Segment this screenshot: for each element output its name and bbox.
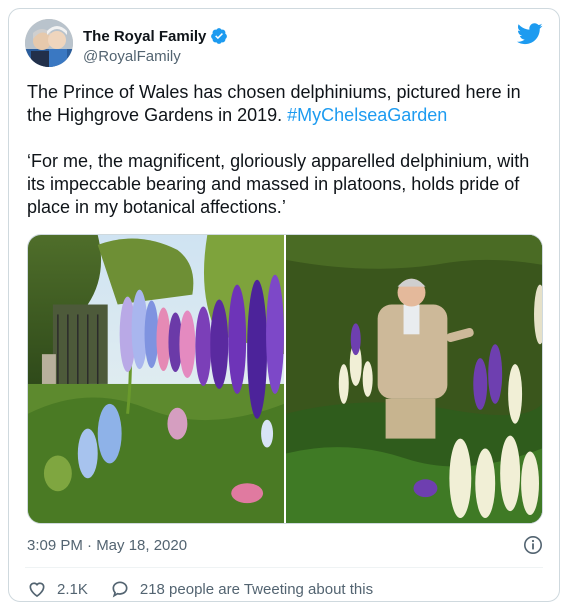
divider bbox=[25, 567, 543, 568]
media-grid bbox=[27, 234, 543, 524]
tweet-actions: 2.1K 218 people are Tweeting about this bbox=[27, 577, 395, 601]
speech-bubble-icon bbox=[112, 581, 128, 598]
info-icon[interactable] bbox=[523, 535, 543, 555]
tweet-text: The Prince of Wales has chosen delphiniu… bbox=[27, 81, 547, 219]
tweet-paragraph-2: ‘For me, the magnificent, gloriously app… bbox=[27, 151, 530, 217]
tweet-paragraph-1: The Prince of Wales has chosen delphiniu… bbox=[27, 81, 547, 127]
like-button[interactable]: 2.1K bbox=[27, 579, 88, 599]
conversation-link[interactable]: 218 people are Tweeting about this bbox=[110, 579, 373, 599]
photo-prince-in-garden[interactable] bbox=[286, 235, 542, 523]
timestamp[interactable]: 3:09 PM · May 18, 2020 bbox=[27, 537, 187, 554]
author-info: The Royal Family @RoyalFamily bbox=[83, 27, 228, 65]
author-name[interactable]: The Royal Family bbox=[83, 28, 206, 45]
conversation-text: 218 people are Tweeting about this bbox=[139, 580, 374, 598]
author-handle[interactable]: @RoyalFamily bbox=[83, 48, 228, 65]
avatar[interactable] bbox=[25, 19, 73, 67]
verified-badge-icon bbox=[211, 28, 228, 44]
heart-icon bbox=[29, 582, 45, 598]
photo-delphinium-border[interactable] bbox=[28, 235, 284, 523]
timestamp-row: 3:09 PM · May 18, 2020 bbox=[27, 535, 543, 555]
hashtag-link[interactable]: #MyChelseaGarden bbox=[287, 105, 447, 125]
twitter-bird-icon[interactable] bbox=[517, 23, 543, 45]
like-count: 2.1K bbox=[57, 580, 88, 598]
tweet-card[interactable]: The Royal Family @RoyalFamily The Prince… bbox=[8, 8, 560, 602]
tweet-header: The Royal Family @RoyalFamily bbox=[25, 19, 543, 71]
